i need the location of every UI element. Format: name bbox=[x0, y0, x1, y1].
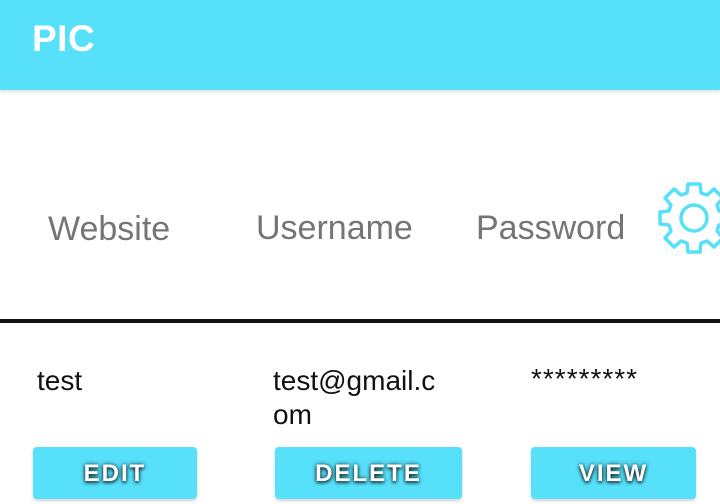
gear-icon[interactable] bbox=[654, 180, 720, 260]
app-screen: PIC Website Username Password test test@… bbox=[0, 0, 720, 504]
row-password-value: ********* bbox=[531, 363, 639, 394]
app-title: PIC bbox=[32, 18, 96, 59]
column-header-website: Website bbox=[48, 210, 171, 248]
row-username-value: test@gmail.com bbox=[273, 365, 436, 430]
header-divider bbox=[0, 319, 720, 323]
app-bar: PIC bbox=[0, 0, 720, 90]
column-header-password: Password bbox=[476, 209, 626, 247]
row-website-value: test bbox=[37, 365, 83, 396]
column-header-username: Username bbox=[256, 209, 413, 247]
delete-button[interactable]: DELETE bbox=[275, 447, 462, 499]
edit-button[interactable]: EDIT bbox=[33, 447, 197, 499]
view-button[interactable]: VIEW bbox=[531, 447, 696, 499]
